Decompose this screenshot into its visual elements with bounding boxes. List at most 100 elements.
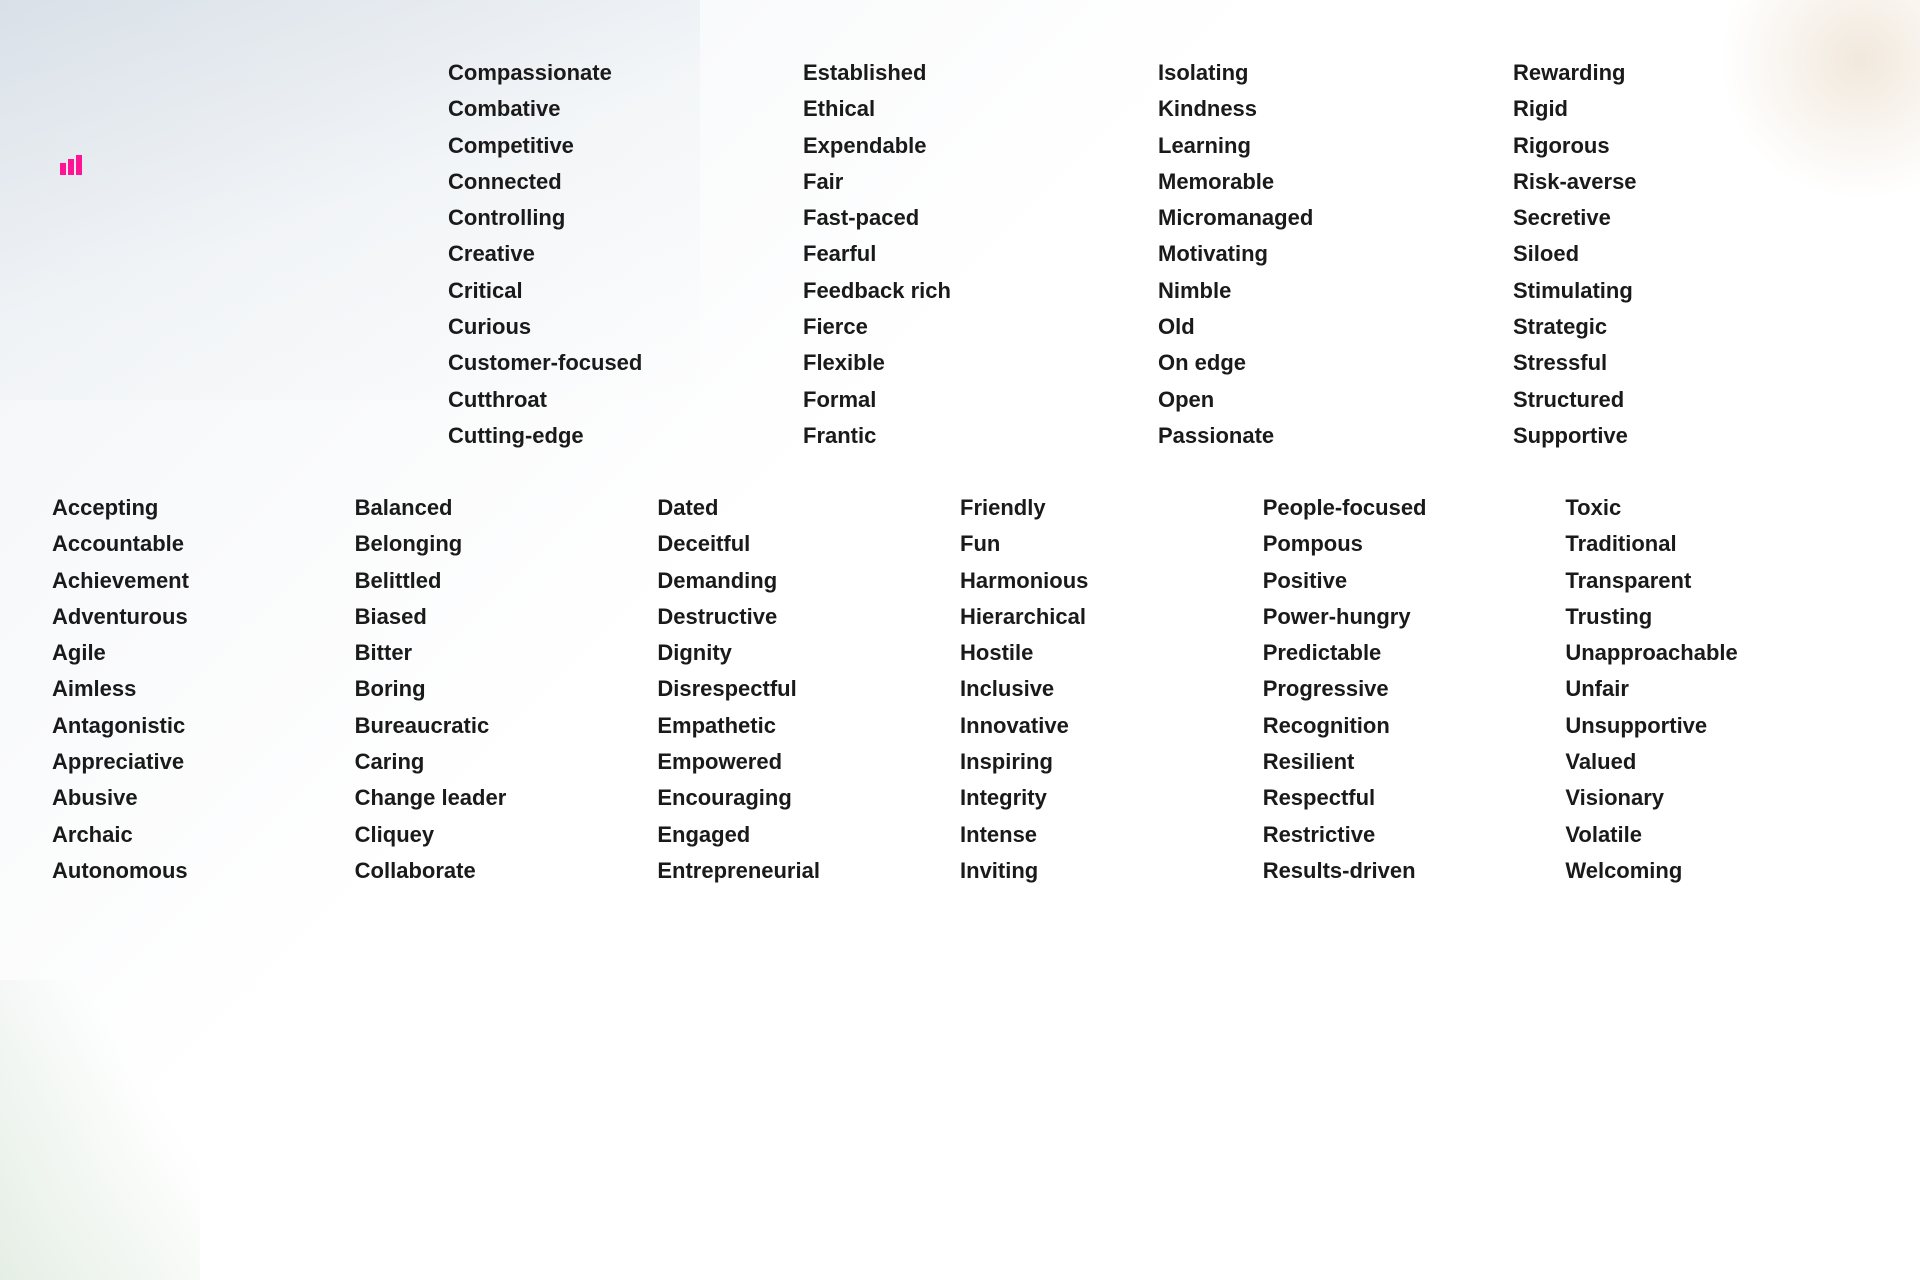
word-item: Traditional (1565, 526, 1868, 562)
word-item: Feedback rich (803, 273, 1158, 309)
word-item: Boring (355, 671, 658, 707)
word-item: Bitter (355, 635, 658, 671)
word-item: Recognition (1263, 708, 1566, 744)
word-item: Adventurous (52, 599, 355, 635)
plant-background (0, 980, 200, 1280)
word-item: Unfair (1565, 671, 1868, 707)
word-item: Rigorous (1513, 128, 1868, 164)
word-item: Formal (803, 382, 1158, 418)
word-item: Biased (355, 599, 658, 635)
word-item: Balanced (355, 490, 658, 526)
word-item: Positive (1263, 563, 1566, 599)
word-item: Old (1158, 309, 1513, 345)
word-item: Risk-averse (1513, 164, 1868, 200)
word-item: Integrity (960, 780, 1263, 816)
word-item: Fun (960, 526, 1263, 562)
word-item: People-focused (1263, 490, 1566, 526)
word-item: Nimble (1158, 273, 1513, 309)
top-col-5: IsolatingKindnessLearningMemorableMicrom… (1158, 55, 1513, 454)
word-item: Belonging (355, 526, 658, 562)
logo-area (60, 155, 90, 175)
word-item: Accepting (52, 490, 355, 526)
word-item: Appreciative (52, 744, 355, 780)
word-item: Customer-focused (448, 345, 803, 381)
word-item: Respectful (1263, 780, 1566, 816)
word-item: Aimless (52, 671, 355, 707)
word-item: Empowered (657, 744, 960, 780)
word-item: Inclusive (960, 671, 1263, 707)
word-item: Deceitful (657, 526, 960, 562)
word-item: Cutthroat (448, 382, 803, 418)
word-item: Motivating (1158, 236, 1513, 272)
word-item: Stimulating (1513, 273, 1868, 309)
word-item: Innovative (960, 708, 1263, 744)
word-item: Resilient (1263, 744, 1566, 780)
word-item: Strategic (1513, 309, 1868, 345)
word-item: Structured (1513, 382, 1868, 418)
word-item: Dignity (657, 635, 960, 671)
word-item: Encouraging (657, 780, 960, 816)
word-item: Unapproachable (1565, 635, 1868, 671)
word-item: Predictable (1263, 635, 1566, 671)
word-item: Flexible (803, 345, 1158, 381)
word-item: Results-driven (1263, 853, 1566, 889)
word-item: Micromanaged (1158, 200, 1513, 236)
word-item: Power-hungry (1263, 599, 1566, 635)
word-item: Expendable (803, 128, 1158, 164)
word-item: Fierce (803, 309, 1158, 345)
word-item: Inspiring (960, 744, 1263, 780)
word-item: Siloed (1513, 236, 1868, 272)
word-item: Rewarding (1513, 55, 1868, 91)
word-item: Engaged (657, 817, 960, 853)
word-item: Intense (960, 817, 1263, 853)
word-item: Memorable (1158, 164, 1513, 200)
word-item: Fair (803, 164, 1158, 200)
word-item: Visionary (1565, 780, 1868, 816)
word-item: Hostile (960, 635, 1263, 671)
col-4-bottom: FriendlyFunHarmoniousHierarchicalHostile… (960, 490, 1263, 889)
word-item: Kindness (1158, 91, 1513, 127)
col-1: AcceptingAccountableAchievementAdventuro… (52, 490, 355, 889)
word-item: Accountable (52, 526, 355, 562)
word-item: Cutting-edge (448, 418, 803, 454)
word-item: Welcoming (1565, 853, 1868, 889)
word-item: Inviting (960, 853, 1263, 889)
word-item: Trusting (1565, 599, 1868, 635)
word-item: Progressive (1263, 671, 1566, 707)
word-item: Stressful (1513, 345, 1868, 381)
word-item: Disrespectful (657, 671, 960, 707)
word-item: Ethical (803, 91, 1158, 127)
word-item: Collaborate (355, 853, 658, 889)
word-item: Agile (52, 635, 355, 671)
word-item: Transparent (1565, 563, 1868, 599)
word-item: Toxic (1565, 490, 1868, 526)
word-item: Abusive (52, 780, 355, 816)
word-item: Entrepreneurial (657, 853, 960, 889)
word-item: Autonomous (52, 853, 355, 889)
word-item: Compassionate (448, 55, 803, 91)
logo-bar-2 (68, 159, 74, 175)
word-item: Supportive (1513, 418, 1868, 454)
word-item: Demanding (657, 563, 960, 599)
word-item: Bureaucratic (355, 708, 658, 744)
word-item: Change leader (355, 780, 658, 816)
word-item: Learning (1158, 128, 1513, 164)
word-item: Unsupportive (1565, 708, 1868, 744)
word-item: Valued (1565, 744, 1868, 780)
word-item: Volatile (1565, 817, 1868, 853)
word-item: Friendly (960, 490, 1263, 526)
word-item: Destructive (657, 599, 960, 635)
word-item: Creative (448, 236, 803, 272)
word-item: Passionate (1158, 418, 1513, 454)
word-item: Harmonious (960, 563, 1263, 599)
logo-icon (60, 155, 82, 175)
word-item: Antagonistic (52, 708, 355, 744)
logo-bar-3 (76, 155, 82, 175)
word-item: Connected (448, 164, 803, 200)
word-item: Isolating (1158, 55, 1513, 91)
col-2: BalancedBelongingBelittledBiasedBitterBo… (355, 490, 658, 889)
word-item: Fast-paced (803, 200, 1158, 236)
top-col-3: CompassionateCombativeCompetitiveConnect… (448, 55, 803, 454)
col-5-bottom: People-focusedPompousPositivePower-hungr… (1263, 490, 1566, 889)
bottom-words-section: AcceptingAccountableAchievementAdventuro… (52, 490, 1868, 889)
